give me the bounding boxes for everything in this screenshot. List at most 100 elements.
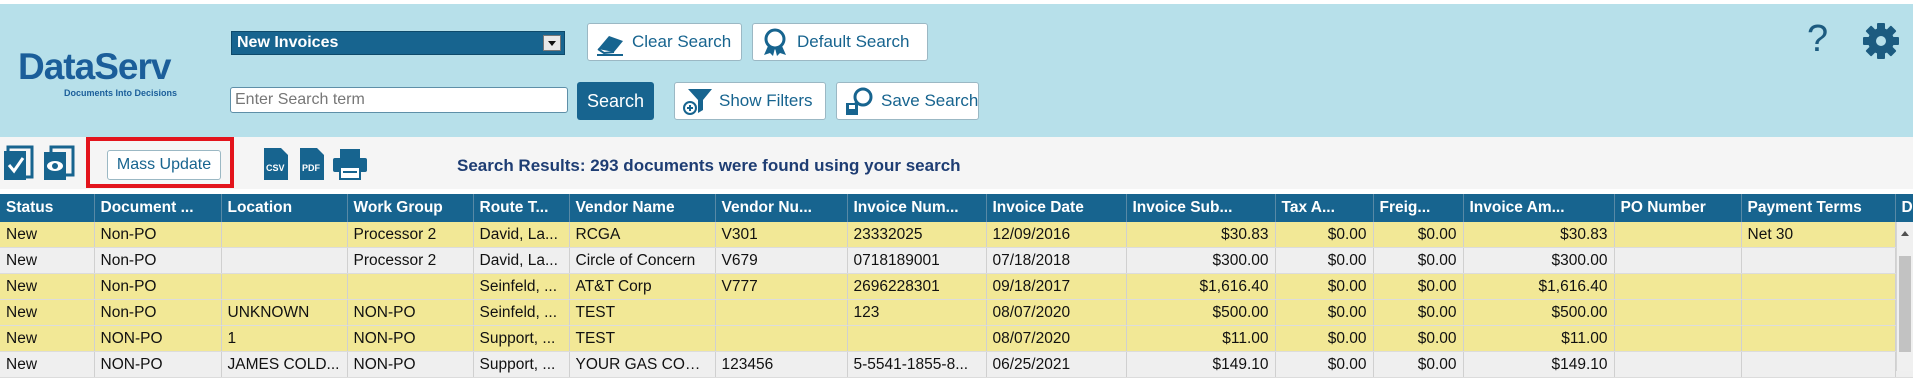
table-cell <box>221 247 348 274</box>
table-cell: Circle of Concern <box>569 247 716 274</box>
saved-search-select[interactable]: New Invoices <box>231 31 565 55</box>
column-header[interactable]: Location <box>221 194 348 222</box>
table-cell: 08/07/2020 <box>986 325 1127 352</box>
grid-header-row: Status Document ... Location Work Group Rout… <box>0 194 1913 222</box>
table-cell: V301 <box>715 222 848 248</box>
table-cell: $500.00 <box>1126 299 1276 326</box>
table-cell: New <box>0 273 95 300</box>
column-header[interactable]: Tax A... <box>1275 194 1374 222</box>
table-cell: 1 <box>221 325 348 352</box>
table-cell <box>1614 325 1742 352</box>
table-cell: $0.00 <box>1373 325 1464 352</box>
gear-icon[interactable] <box>1862 22 1900 60</box>
grid-body: New Non-PO Processor 2 David, La... RCGA V301… <box>0 222 1913 378</box>
select-all-icon[interactable] <box>4 145 36 181</box>
table-cell: $0.00 <box>1275 247 1374 274</box>
table-cell: New <box>0 325 95 352</box>
table-cell: $30.83 <box>1126 222 1276 248</box>
table-cell: $149.10 <box>1463 351 1615 378</box>
column-header[interactable]: Invoice Am... <box>1463 194 1615 222</box>
table-cell: NON-PO <box>94 351 222 378</box>
table-cell: $0.00 <box>1275 299 1374 326</box>
csv-export-icon[interactable]: CSV <box>262 146 290 182</box>
column-header[interactable]: D <box>1895 194 1913 222</box>
column-header[interactable]: Payment Terms <box>1741 194 1896 222</box>
table-cell <box>715 325 848 352</box>
table-cell: Net 30 <box>1741 222 1896 248</box>
table-cell: AT&T Corp <box>569 273 716 300</box>
show-filters-label: Show Filters <box>719 91 813 110</box>
save-search-label: Save Search <box>881 91 979 110</box>
column-header[interactable]: Freig... <box>1373 194 1464 222</box>
table-cell <box>347 273 474 300</box>
saved-search-value: New Invoices <box>237 34 339 51</box>
table-cell: David, La... <box>473 247 570 274</box>
scroll-up-icon[interactable] <box>1901 231 1909 236</box>
search-badge-icon <box>764 28 786 56</box>
save-search-icon <box>846 87 873 115</box>
table-cell: Processor 2 <box>347 247 474 274</box>
table-cell <box>1741 325 1896 352</box>
clear-search-button[interactable]: Clear Search <box>587 23 742 61</box>
table-cell: Processor 2 <box>347 222 474 248</box>
table-cell: Seinfeld, ... <box>473 273 570 300</box>
column-header[interactable]: Document ... <box>94 194 222 222</box>
column-header[interactable]: Invoice Sub... <box>1126 194 1276 222</box>
table-cell: Support, ... <box>473 325 570 352</box>
column-header[interactable]: Vendor Name <box>569 194 716 222</box>
table-cell: 08/07/2020 <box>986 299 1127 326</box>
table-cell: V777 <box>715 273 848 300</box>
table-cell: New <box>0 299 95 326</box>
table-cell: $0.00 <box>1275 351 1374 378</box>
save-search-button[interactable]: Save Search <box>836 82 979 120</box>
table-cell: Support, ... <box>473 351 570 378</box>
column-header[interactable]: Status <box>0 194 95 222</box>
table-row[interactable]: New NON-PO 1 NON-PO Support, ... TEST 08/07/20… <box>0 325 1913 352</box>
table-cell: NON-PO <box>347 351 474 378</box>
table-row[interactable]: New Non-PO Processor 2 David, La... RCGA V301… <box>0 222 1913 248</box>
dataserv-logo: DataServ Documents Into Decisions <box>14 46 204 110</box>
table-row[interactable]: New Non-PO UNKNOWN NON-PO Seinfeld, ... TEST 1… <box>0 299 1913 326</box>
table-cell: $0.00 <box>1373 299 1464 326</box>
logo-wordmark: DataServ <box>18 46 171 87</box>
table-cell: $0.00 <box>1373 351 1464 378</box>
search-placeholder: Enter Search term <box>235 91 365 108</box>
table-cell <box>715 299 848 326</box>
table-cell: TEST <box>569 299 716 326</box>
table-cell: $149.10 <box>1126 351 1276 378</box>
table-cell: New <box>0 222 95 248</box>
grid-scrollbar[interactable] <box>1896 222 1913 371</box>
print-icon[interactable] <box>332 148 368 180</box>
table-cell: YOUR GAS COM... <box>569 351 716 378</box>
table-cell: $1,616.40 <box>1463 273 1615 300</box>
column-header[interactable]: Invoice Num... <box>847 194 987 222</box>
eraser-icon <box>597 36 623 56</box>
table-row[interactable]: New Non-PO Processor 2 David, La... Circle o… <box>0 247 1913 274</box>
scrollbar-thumb[interactable] <box>1899 256 1911 352</box>
search-input[interactable]: Enter Search term <box>230 87 568 113</box>
pdf-export-icon[interactable]: PDF <box>298 146 326 182</box>
search-button[interactable]: Search <box>577 82 654 120</box>
table-row[interactable]: New Non-PO Seinfeld, ... AT&T Corp V777 26962… <box>0 273 1913 300</box>
table-cell <box>1614 299 1742 326</box>
table-cell: 0718189001 <box>847 247 987 274</box>
table-cell: 06/25/2021 <box>986 351 1127 378</box>
table-cell: TEST <box>569 325 716 352</box>
column-header[interactable]: Vendor Nu... <box>715 194 848 222</box>
table-cell: JAMES COLD... <box>221 351 348 378</box>
table-cell <box>1741 247 1896 274</box>
default-search-button[interactable]: Default Search <box>752 23 928 61</box>
mass-update-button[interactable]: Mass Update <box>107 150 221 180</box>
table-cell: UNKNOWN <box>221 299 348 326</box>
chevron-down-icon[interactable] <box>543 35 561 51</box>
show-filters-button[interactable]: Show Filters <box>674 82 826 120</box>
table-cell: Seinfeld, ... <box>473 299 570 326</box>
column-header[interactable]: Invoice Date <box>986 194 1127 222</box>
table-row[interactable]: New NON-PO JAMES COLD... NON-PO Support, ...… <box>0 351 1913 378</box>
table-cell: NON-PO <box>94 325 222 352</box>
view-documents-icon[interactable] <box>43 145 75 181</box>
column-header[interactable]: PO Number <box>1614 194 1742 222</box>
help-icon[interactable]: ? <box>1807 18 1828 61</box>
column-header[interactable]: Work Group <box>347 194 474 222</box>
column-header[interactable]: Route T... <box>473 194 570 222</box>
